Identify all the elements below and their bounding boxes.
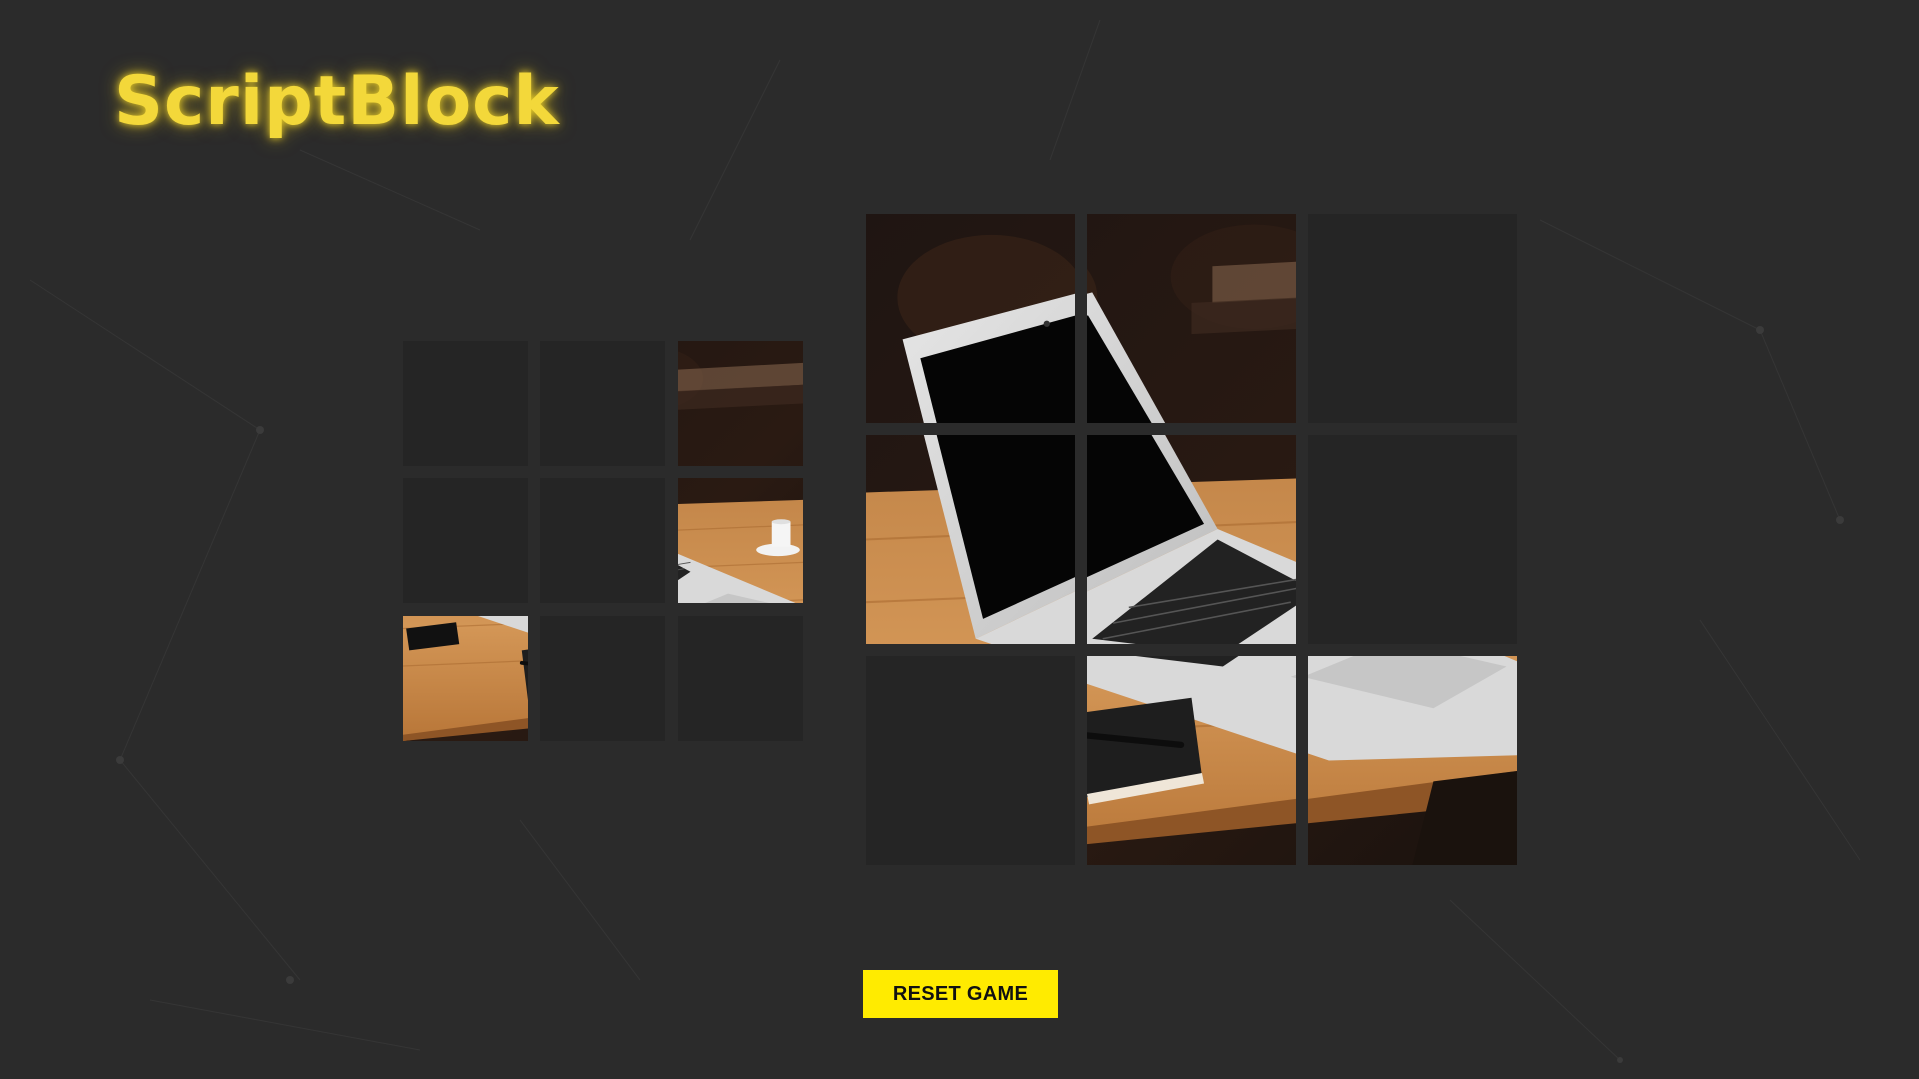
- tray-slot-empty: [540, 616, 665, 741]
- tray-slot: [403, 616, 528, 741]
- tray-slot-empty: [678, 616, 803, 741]
- puzzle-piece-board[interactable]: [1087, 214, 1296, 423]
- tray-slot-empty: [403, 341, 528, 466]
- puzzle-board: [866, 214, 1517, 865]
- board-slot-empty[interactable]: [1308, 214, 1517, 423]
- puzzle-piece-board[interactable]: [1087, 435, 1296, 644]
- puzzle-piece-tray[interactable]: [678, 478, 803, 603]
- reset-game-button[interactable]: RESET GAME: [863, 970, 1058, 1018]
- puzzle-piece-board[interactable]: [1087, 656, 1296, 865]
- puzzle-piece-board[interactable]: [866, 435, 1075, 644]
- board-slot-empty[interactable]: [866, 656, 1075, 865]
- board-slot[interactable]: [1308, 656, 1517, 865]
- board-slot-empty[interactable]: [1308, 435, 1517, 644]
- puzzle-piece-tray[interactable]: [403, 616, 528, 741]
- puzzle-piece-tray[interactable]: [678, 341, 803, 466]
- app-logo: ScriptBlock: [114, 62, 560, 141]
- tray-slot-empty: [540, 341, 665, 466]
- puzzle-piece-board[interactable]: [1308, 656, 1517, 865]
- board-slot[interactable]: [1087, 214, 1296, 423]
- puzzle-piece-board[interactable]: [866, 214, 1075, 423]
- board-slot[interactable]: [866, 214, 1075, 423]
- board-slot[interactable]: [866, 435, 1075, 644]
- tray-slot: [678, 478, 803, 603]
- tray-slot: [678, 341, 803, 466]
- piece-tray: [403, 341, 803, 741]
- board-slot[interactable]: [1087, 435, 1296, 644]
- board-slot[interactable]: [1087, 656, 1296, 865]
- tray-slot-empty: [403, 478, 528, 603]
- tray-slot-empty: [540, 478, 665, 603]
